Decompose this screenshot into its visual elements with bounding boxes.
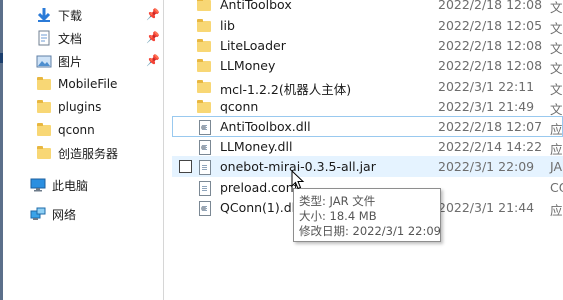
file-row[interactable]: LiteLoader 2022/2/18 12:08 文件 <box>172 35 563 56</box>
dll-file-icon <box>196 200 212 216</box>
nav-item-label: 图片 <box>58 54 83 69</box>
pin-icon[interactable]: 📌 <box>146 8 160 21</box>
folder-icon <box>36 76 52 92</box>
tooltip-type: 类型: JAR 文件 <box>299 194 376 208</box>
file-date: 2022/3/1 22:09 <box>438 159 535 174</box>
file-row[interactable]: mcl-1.2.2(机器人主体) 2022/3/1 22:11 文件 <box>172 76 563 97</box>
file-date: 2022/2/18 12:08 <box>438 38 543 53</box>
jar-file-icon <box>196 159 212 175</box>
mouse-cursor-icon <box>291 170 305 190</box>
file-type: 文件 <box>550 61 563 76</box>
nav-item-label: plugins <box>58 100 102 114</box>
computer-icon <box>30 177 46 193</box>
navigation-pane: 下载 📌 文档 📌 图片 📌 MobileFile plugins qconn … <box>3 0 163 300</box>
file-row[interactable]: LLMoney 2022/2/18 12:08 文件 <box>172 55 563 76</box>
pin-icon[interactable]: 📌 <box>146 54 160 67</box>
folder-icon <box>196 79 212 95</box>
nav-item-qconn[interactable]: qconn <box>36 119 95 141</box>
file-row[interactable]: AntiToolbox 2022/2/18 12:08 文件 <box>172 0 563 15</box>
file-type: CO <box>550 180 563 195</box>
file-row[interactable]: AntiToolbox.dll 2022/2/18 12:07 应用 <box>172 116 563 137</box>
file-name: preload.conf <box>220 180 299 195</box>
folder-icon <box>196 99 212 115</box>
nav-item-create-server[interactable]: 创造服务器 <box>36 142 118 164</box>
nav-item-label: 此电脑 <box>52 178 89 193</box>
file-name: QConn(1).dll <box>220 200 299 215</box>
nav-item-label: 下载 <box>58 8 83 23</box>
file-type: JAR <box>550 159 563 174</box>
file-type: 应用 <box>550 203 563 218</box>
download-arrow-icon <box>36 7 52 23</box>
dll-file-icon <box>196 119 212 135</box>
file-row[interactable]: lib 2022/2/18 12:05 文件 <box>172 15 563 36</box>
file-date: 2022/2/14 14:22 <box>438 139 543 154</box>
nav-item-label: 网络 <box>52 207 77 222</box>
dll-file-icon <box>196 139 212 155</box>
file-name: AntiToolbox <box>220 0 292 12</box>
nav-item-plugins[interactable]: plugins <box>36 96 101 118</box>
file-name: qconn <box>220 99 259 114</box>
folder-icon <box>36 99 52 115</box>
nav-item-label: 文档 <box>58 31 83 46</box>
folder-icon <box>196 58 212 74</box>
nav-item-network[interactable]: 网络 <box>30 203 76 225</box>
folder-icon <box>36 145 52 161</box>
file-type: 文件 <box>550 0 563 15</box>
pin-icon[interactable]: 📌 <box>146 31 160 44</box>
file-date: 2022/2/18 12:05 <box>438 18 543 33</box>
nav-item-label: 创造服务器 <box>58 146 119 161</box>
file-date: 2022/2/18 12:08 <box>438 58 543 73</box>
file-icon <box>196 180 212 196</box>
file-name: LLMoney <box>220 58 276 73</box>
nav-item-label: qconn <box>58 123 95 137</box>
file-date: 2022/3/1 21:44 <box>438 200 535 215</box>
file-name: AntiToolbox.dll <box>220 119 311 134</box>
folder-icon <box>196 18 212 34</box>
folder-icon <box>196 0 212 13</box>
file-date: 2022/3/1 22:11 <box>438 79 535 94</box>
nav-item-documents[interactable]: 文档 <box>36 27 82 49</box>
file-row[interactable]: qconn 2022/3/1 21:49 文件 <box>172 96 563 117</box>
file-name: LiteLoader <box>220 38 286 53</box>
nav-item-pictures[interactable]: 图片 <box>36 50 82 72</box>
pictures-icon <box>36 53 52 69</box>
nav-item-downloads[interactable]: 下载 <box>36 4 82 26</box>
file-name: lib <box>220 18 235 33</box>
file-row[interactable]: LLMoney.dll 2022/2/14 14:22 应用 <box>172 136 563 157</box>
file-date: 2022/2/18 12:08 <box>438 0 543 12</box>
network-icon <box>30 206 46 222</box>
folder-icon <box>36 122 52 138</box>
file-list: AntiToolbox 2022/2/18 12:08 文件 lib 2022/… <box>164 0 563 300</box>
file-info-tooltip: 类型: JAR 文件 大小: 18.4 MB 修改日期: 2022/3/1 22… <box>293 188 441 242</box>
select-checkbox[interactable] <box>179 160 192 173</box>
document-icon <box>36 30 52 46</box>
folder-icon <box>196 38 212 54</box>
nav-item-mobilefile[interactable]: MobileFile <box>36 73 117 95</box>
nav-item-this-pc[interactable]: 此电脑 <box>30 174 88 196</box>
file-date: 2022/2/18 12:07 <box>438 119 543 134</box>
file-name: LLMoney.dll <box>220 139 293 154</box>
tooltip-size: 大小: 18.4 MB <box>299 209 377 223</box>
nav-item-label: MobileFile <box>58 77 118 91</box>
file-row[interactable]: onebot-mirai-0.3.5-all.jar 2022/3/1 22:0… <box>172 156 563 177</box>
tooltip-modified: 修改日期: 2022/3/1 22:09 <box>299 224 441 238</box>
file-date: 2022/3/1 21:49 <box>438 99 535 114</box>
